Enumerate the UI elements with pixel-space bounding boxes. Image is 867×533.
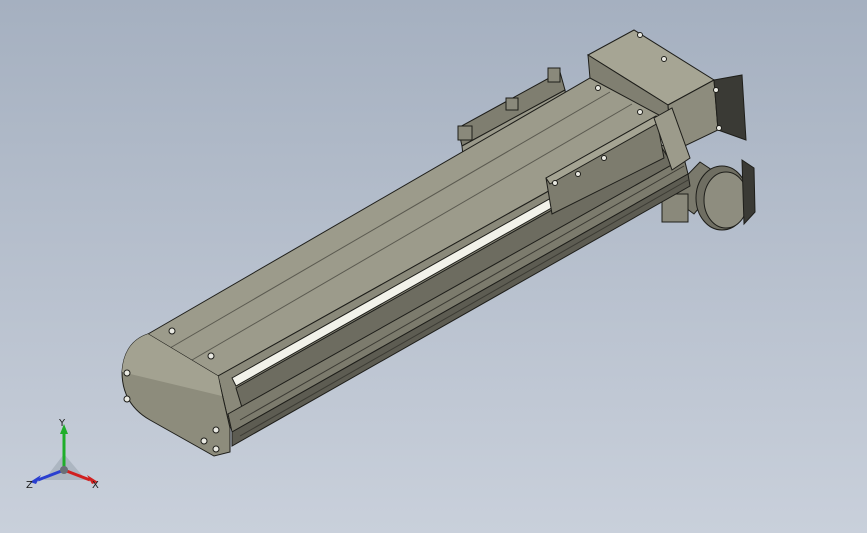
actuator-body bbox=[121, 77, 691, 457]
x-axis-label: X bbox=[92, 480, 99, 491]
y-axis-label: Y bbox=[58, 418, 66, 429]
cad-graphics-viewport[interactable]: Y X Z bbox=[0, 0, 867, 533]
orientation-triad[interactable]: Y X Z bbox=[24, 418, 104, 494]
z-axis-label: Z bbox=[26, 480, 33, 491]
triad-origin bbox=[60, 466, 68, 474]
actuator-model[interactable] bbox=[0, 0, 867, 533]
